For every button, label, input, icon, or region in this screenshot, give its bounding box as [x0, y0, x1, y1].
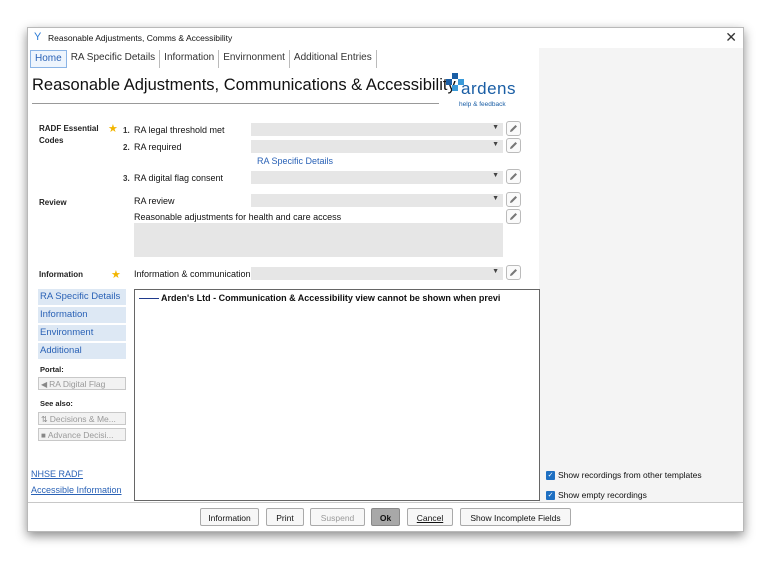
review-text-area[interactable] — [134, 223, 503, 257]
nav-additional[interactable]: Additional — [38, 343, 126, 359]
nhse-radf-link[interactable]: NHSE RADF — [31, 469, 83, 479]
advance-decisions-button[interactable]: ■ Advance Decisi... — [38, 428, 126, 441]
template-icon: Y — [34, 31, 42, 43]
view-panel: Arden's Ltd - Communication & Accessibil… — [134, 289, 540, 501]
pencil-icon[interactable] — [506, 138, 521, 153]
information-communication-label: Information & communication — [134, 269, 251, 279]
portal-label: Portal: — [40, 365, 64, 374]
document-icon: ■ — [41, 431, 46, 440]
show-incomplete-fields-button[interactable]: Show Incomplete Fields — [460, 508, 571, 526]
dropdown-arrow-icon: ▼ — [492, 141, 499, 148]
tab-bar: Home RA Specific Details Information Env… — [30, 50, 377, 68]
dropdown-arrow-icon: ▼ — [492, 124, 499, 131]
ra-required-label: RA required — [134, 142, 182, 152]
tab-additional-entries[interactable]: Additional Entries — [290, 50, 377, 68]
see-also-label: See also: — [40, 399, 73, 408]
ra-specific-details-link[interactable]: RA Specific Details — [257, 156, 333, 166]
dropdown-arrow-icon: ▼ — [492, 195, 499, 202]
close-icon[interactable]: ✕ — [725, 29, 737, 46]
information-button[interactable]: Information — [200, 508, 259, 526]
pencil-icon[interactable] — [506, 121, 521, 136]
show-empty-recordings-checkbox[interactable]: ✓ Show empty recordings — [546, 490, 647, 501]
information-section-label: Information — [39, 270, 83, 279]
dialog-window: Y Reasonable Adjustments, Comms & Access… — [27, 27, 744, 532]
review-text-label: Reasonable adjustments for health and ca… — [134, 212, 342, 222]
window-title: Reasonable Adjustments, Comms & Accessib… — [48, 33, 233, 43]
ra-review-label: RA review — [134, 196, 175, 206]
decisions-button[interactable]: ⇅ Decisions & Me... — [38, 412, 126, 425]
ra-legal-threshold-dropdown[interactable]: ▼ — [251, 123, 503, 136]
pencil-icon[interactable] — [506, 209, 521, 224]
ardens-logo[interactable]: ardens help & feedback — [445, 72, 525, 112]
dropdown-arrow-icon: ▼ — [492, 268, 499, 275]
checkbox-checked-icon: ✓ — [546, 471, 555, 481]
star-icon: ★ — [111, 269, 121, 281]
pencil-icon[interactable] — [506, 192, 521, 207]
page-title: Reasonable Adjustments, Communications &… — [32, 76, 456, 94]
ok-button[interactable]: Ok — [371, 508, 400, 526]
viewer-line — [139, 298, 159, 299]
ra-digital-flag-consent-label: RA digital flag consent — [134, 173, 224, 183]
ra-legal-threshold-label: RA legal threshold met — [134, 125, 225, 135]
nav-information[interactable]: Information — [38, 307, 126, 323]
cancel-button[interactable]: Cancel — [407, 508, 453, 526]
pencil-icon[interactable] — [506, 265, 521, 280]
print-button[interactable]: Print — [266, 508, 304, 526]
tab-ra-specific-details[interactable]: RA Specific Details — [67, 50, 161, 68]
title-bar: Y Reasonable Adjustments, Comms & Access… — [28, 28, 743, 48]
ra-digital-flag-button[interactable]: ◀ RA Digital Flag — [38, 377, 126, 390]
radf-section-label: RADF Essential Codes — [39, 124, 99, 145]
dropdown-arrow-icon: ▼ — [492, 172, 499, 179]
footer-divider — [28, 502, 743, 503]
accessible-information-link[interactable]: Accessible Information — [31, 485, 122, 495]
flag-icon: ◀ — [41, 380, 48, 389]
title-divider — [32, 103, 439, 104]
viewer-message: Arden's Ltd - Communication & Accessibil… — [161, 293, 501, 303]
item-number: 2. — [123, 143, 130, 152]
help-feedback-link[interactable]: help & feedback — [459, 101, 506, 108]
right-panel — [539, 48, 743, 503]
show-other-templates-checkbox[interactable]: ✓ Show recordings from other templates — [546, 470, 702, 481]
decisions-icon: ⇅ — [41, 415, 48, 424]
review-section-label: Review — [39, 198, 67, 207]
nav-ra-specific-details[interactable]: RA Specific Details — [38, 289, 126, 305]
nav-environment[interactable]: Environment — [38, 325, 126, 341]
pencil-icon[interactable] — [506, 169, 521, 184]
star-icon: ★ — [108, 123, 118, 135]
tab-home[interactable]: Home — [30, 50, 67, 68]
item-number: 1. — [123, 126, 130, 135]
information-communication-dropdown[interactable]: ▼ — [251, 267, 503, 280]
ra-digital-flag-consent-dropdown[interactable]: ▼ — [251, 171, 503, 184]
tab-environment[interactable]: Envirnonment — [219, 50, 290, 68]
tab-information[interactable]: Information — [160, 50, 220, 68]
suspend-button[interactable]: Suspend — [310, 508, 365, 526]
checkbox-checked-icon: ✓ — [546, 491, 555, 501]
ra-review-dropdown[interactable]: ▼ — [251, 194, 503, 207]
logo-word: ardens — [461, 79, 516, 98]
ra-required-dropdown[interactable]: ▼ — [251, 140, 503, 153]
item-number: 3. — [123, 174, 130, 183]
